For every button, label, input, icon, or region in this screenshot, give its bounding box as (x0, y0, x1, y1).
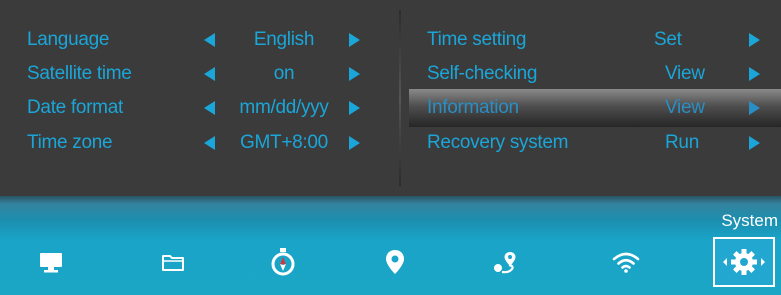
setting-row-time-zone[interactable]: Time zone GMT+8:00 (0, 124, 399, 162)
arrow-right-icon[interactable] (349, 67, 360, 81)
setting-row-date-format[interactable]: Date format mm/dd/yyy (0, 89, 399, 127)
location-pin-icon[interactable] (380, 248, 410, 276)
wifi-icon[interactable] (611, 248, 641, 276)
setting-label: Self-checking (427, 63, 538, 84)
setting-row-recovery-system[interactable]: Recovery system Run (409, 124, 781, 162)
folder-icon[interactable] (158, 248, 188, 276)
compass-icon[interactable] (268, 248, 298, 276)
settings-screen: Language English Satellite time on Date … (0, 0, 781, 295)
setting-value: GMT+8:00 (240, 132, 328, 153)
right-settings-panel: Time setting Set Self-checking View Info… (401, 0, 781, 196)
gear-icon (723, 249, 765, 275)
arrow-right-icon[interactable] (749, 136, 760, 150)
setting-row-satellite-time[interactable]: Satellite time on (0, 55, 399, 93)
setting-label: Satellite time (27, 63, 132, 84)
active-tab-label: System (721, 211, 778, 230)
arrow-right-icon[interactable] (349, 33, 360, 47)
setting-row-self-checking[interactable]: Self-checking View (409, 55, 781, 93)
arrow-left-icon[interactable] (204, 67, 215, 81)
setting-value: View (665, 97, 705, 118)
tab-system[interactable] (713, 237, 775, 287)
setting-value: View (665, 63, 705, 84)
setting-row-time-setting[interactable]: Time setting Set (409, 21, 781, 59)
arrow-left-icon[interactable] (204, 33, 215, 47)
arrow-right-icon[interactable] (749, 67, 760, 81)
setting-row-language[interactable]: Language English (0, 21, 399, 59)
setting-value: Run (665, 132, 699, 153)
setting-value: Set (654, 29, 682, 50)
route-icon[interactable] (491, 248, 521, 276)
arrow-right-icon[interactable] (749, 33, 760, 47)
setting-label: Language (27, 29, 110, 50)
bottom-nav-bar (0, 196, 781, 295)
setting-label: Recovery system (427, 132, 569, 153)
arrow-right-icon[interactable] (749, 101, 760, 115)
nav-shadow (0, 196, 781, 204)
left-settings-panel: Language English Satellite time on Date … (0, 0, 399, 196)
setting-value: mm/dd/yyy (239, 97, 329, 118)
setting-label: Time zone (27, 132, 113, 153)
setting-row-information[interactable]: Information View (409, 89, 781, 127)
setting-value: English (253, 29, 315, 50)
setting-label: Information (427, 97, 519, 118)
arrow-left-icon[interactable] (204, 136, 215, 150)
setting-value: on (273, 63, 295, 84)
setting-label: Date format (27, 97, 123, 118)
arrow-right-icon[interactable] (349, 101, 360, 115)
arrow-left-icon[interactable] (204, 101, 215, 115)
monitor-icon[interactable] (36, 248, 66, 276)
arrow-right-icon[interactable] (349, 136, 360, 150)
setting-label: Time setting (427, 29, 527, 50)
